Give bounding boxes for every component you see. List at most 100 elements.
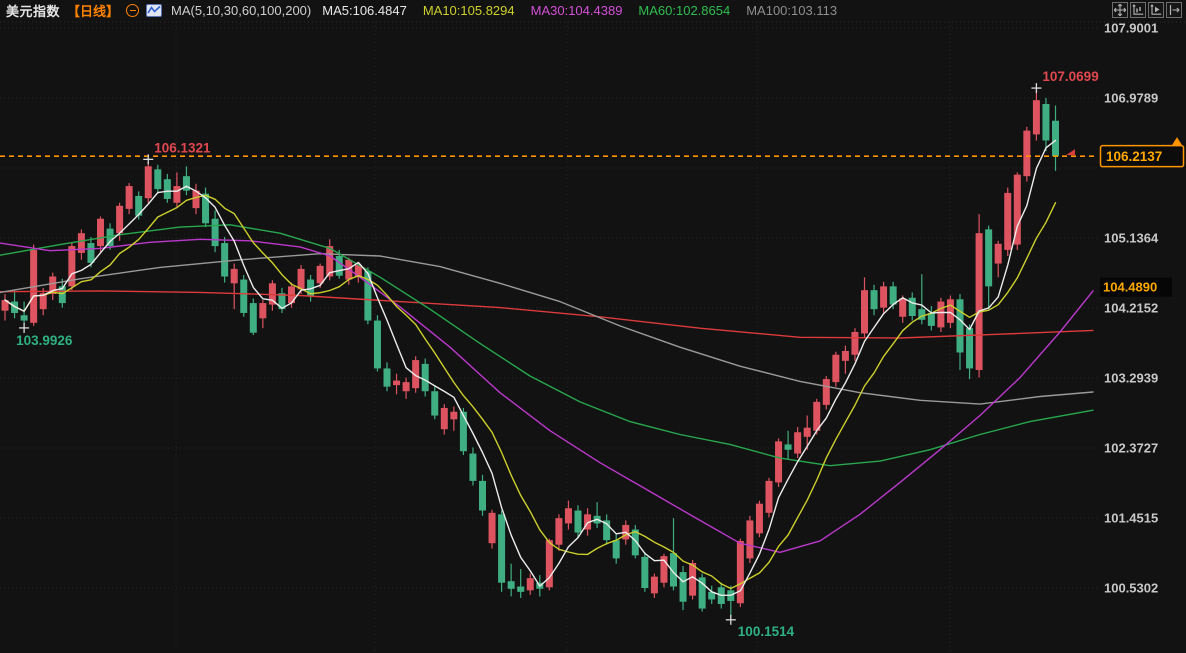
candle-body: [154, 169, 162, 190]
low-price-annotation: 100.1514: [738, 624, 795, 639]
candle-body: [182, 176, 190, 191]
candlestick-chart[interactable]: 103.9926 106.1321 100.1514 107.0699 107.9001…: [0, 0, 1186, 653]
candle-body: [163, 179, 171, 199]
candle-body: [794, 432, 802, 454]
candle-body: [259, 303, 267, 319]
candle-body: [440, 407, 448, 430]
candle-body: [402, 382, 410, 392]
candle-body: [144, 166, 152, 199]
candle-body: [1004, 192, 1012, 250]
current-price-label: 106.2137: [1106, 149, 1162, 164]
candle-body: [746, 520, 754, 559]
candle-body: [775, 441, 783, 483]
candle-body: [755, 503, 763, 534]
candle-body: [116, 205, 124, 234]
ma-value-2: MA30:104.4389: [530, 3, 623, 18]
candle-body: [431, 391, 439, 416]
candle-body: [966, 328, 974, 369]
chart-toolbar: [1112, 2, 1182, 18]
candle-body: [87, 243, 95, 263]
candle-body: [459, 411, 467, 452]
candle-body: [507, 581, 515, 589]
candle-body: [230, 268, 238, 284]
candle-body: [1052, 120, 1059, 157]
candle-body: [393, 380, 401, 386]
candle-body: [908, 297, 916, 317]
axis-tick-label: 106.9789: [1104, 91, 1158, 106]
candle-body: [937, 301, 945, 328]
candle-body: [450, 411, 458, 420]
indicator-chart-icon[interactable]: [146, 4, 163, 17]
candle-body: [173, 186, 181, 203]
candle-body: [841, 350, 849, 361]
axis-tick-label: 101.4515: [1104, 511, 1158, 526]
axis-tick-label: 107.9001: [1104, 21, 1158, 36]
candle-body: [125, 186, 133, 209]
candle-body: [297, 268, 305, 290]
candle-body: [97, 218, 104, 247]
candle-body: [211, 218, 219, 247]
candle-body: [612, 540, 620, 559]
candle-body: [985, 229, 993, 287]
candle-body: [736, 540, 744, 604]
candle-body: [469, 453, 477, 481]
candle-body: [240, 279, 248, 313]
candle-body: [927, 312, 935, 326]
high-price-annotation: 106.1321: [154, 140, 211, 155]
candle-body: [221, 243, 229, 277]
candle-body: [488, 512, 496, 544]
period-label[interactable]: 【日线】: [67, 1, 119, 20]
candle-body: [679, 572, 687, 602]
axis-autoscale-icon[interactable]: [1148, 2, 1164, 18]
axis-tick-label: 100.5302: [1104, 581, 1158, 596]
candle-body: [851, 331, 859, 355]
candle-body: [249, 303, 257, 333]
candle-body: [880, 286, 888, 308]
candle-body: [421, 363, 429, 392]
candle-body: [555, 518, 563, 545]
collapse-panel-icon[interactable]: [1166, 2, 1182, 18]
trading-chart-app: 103.9926 106.1321 100.1514 107.0699 107.9001…: [0, 0, 1186, 653]
ma-value-1: MA10:105.8294: [422, 3, 515, 18]
candle-body: [994, 243, 1002, 264]
ma-value-3: MA60:102.8654: [638, 3, 731, 18]
candle-body: [832, 354, 840, 383]
circle-minus-icon[interactable]: [126, 4, 140, 17]
candle-body: [822, 379, 830, 405]
pan-icon[interactable]: [1112, 2, 1128, 18]
candle-body: [517, 586, 525, 592]
ma-value-4: MA100:103.113: [746, 3, 838, 18]
candle-body: [1032, 100, 1040, 135]
candle-body: [316, 265, 324, 284]
symbol-name: 美元指数: [6, 4, 61, 19]
candle-body: [1023, 130, 1031, 177]
candle-body: [479, 480, 486, 511]
candle-body: [650, 576, 658, 594]
candle-body: [335, 255, 343, 276]
candle-body: [861, 290, 868, 334]
ma-params-label[interactable]: MA(5,10,30,60,100,200): [171, 3, 311, 18]
candle-body: [765, 480, 773, 513]
chart-header: 美元指数 【日线】 MA(5,10,30,60,100,200) MA5:106…: [0, 0, 1186, 21]
axis-tick-label: 103.2939: [1104, 371, 1158, 386]
candle-body: [784, 444, 792, 450]
axis-tick-label: 102.3727: [1104, 441, 1158, 456]
axis-tick-label: 104.2152: [1104, 301, 1158, 316]
axis-scale-icon[interactable]: [1130, 2, 1146, 18]
candle-body: [373, 320, 381, 369]
candle-body: [641, 556, 649, 589]
candle-body: [20, 315, 28, 321]
candle-body: [870, 290, 878, 310]
candle-body: [889, 286, 897, 305]
ma-values: MA5:106.4847 MA10:105.8294 MA30:104.4389 MA…: [322, 3, 837, 18]
candle-body: [689, 562, 697, 596]
candle-body: [383, 368, 391, 387]
ma-value-0: MA5:106.4847: [322, 3, 407, 18]
candle-body: [803, 427, 811, 437]
ma-marker-label: 104.4890: [1103, 280, 1157, 295]
candle-body: [526, 578, 534, 591]
candle-body: [498, 514, 506, 583]
candle-body: [946, 299, 954, 323]
candle-body: [956, 299, 964, 353]
candle-body: [564, 508, 572, 524]
